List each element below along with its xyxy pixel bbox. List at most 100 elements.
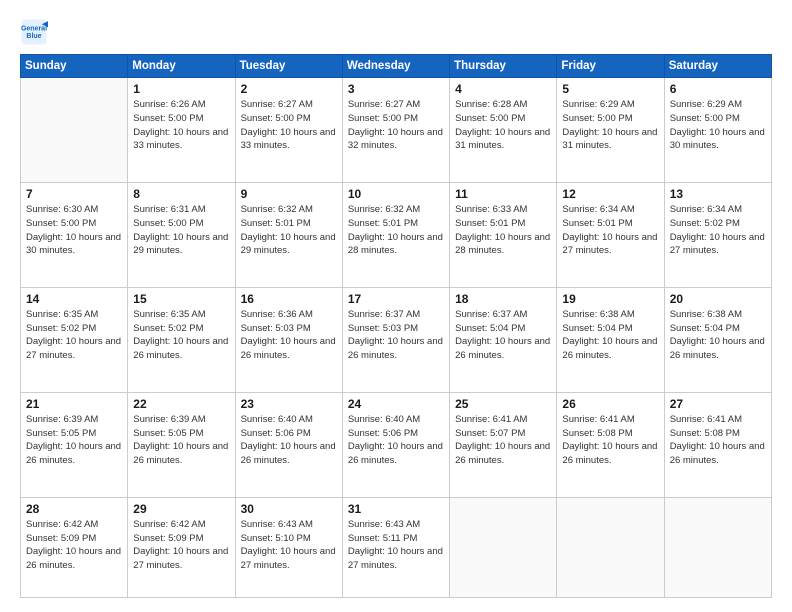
cell-info: Sunrise: 6:36 AM Sunset: 5:03 PM Dayligh… <box>241 308 337 363</box>
cell-date: 28 <box>26 502 122 516</box>
calendar-page: General Blue SundayMondayTuesdayWednesda… <box>0 0 792 612</box>
cell-info: Sunrise: 6:35 AM Sunset: 5:02 PM Dayligh… <box>133 308 229 363</box>
cell-info: Sunrise: 6:43 AM Sunset: 5:11 PM Dayligh… <box>348 518 444 573</box>
cell-date: 13 <box>670 187 766 201</box>
day-header-thursday: Thursday <box>450 55 557 78</box>
calendar-cell: 4 Sunrise: 6:28 AM Sunset: 5:00 PM Daylig… <box>450 78 557 183</box>
cell-info: Sunrise: 6:41 AM Sunset: 5:08 PM Dayligh… <box>670 413 766 468</box>
cell-info: Sunrise: 6:39 AM Sunset: 5:05 PM Dayligh… <box>133 413 229 468</box>
cell-info: Sunrise: 6:30 AM Sunset: 5:00 PM Dayligh… <box>26 203 122 258</box>
day-header-wednesday: Wednesday <box>342 55 449 78</box>
cell-date: 8 <box>133 187 229 201</box>
calendar-cell: 5 Sunrise: 6:29 AM Sunset: 5:00 PM Daylig… <box>557 78 664 183</box>
cell-date: 12 <box>562 187 658 201</box>
cell-date: 15 <box>133 292 229 306</box>
calendar-cell <box>450 497 557 597</box>
cell-date: 6 <box>670 82 766 96</box>
cell-date: 19 <box>562 292 658 306</box>
cell-date: 17 <box>348 292 444 306</box>
calendar-cell: 25 Sunrise: 6:41 AM Sunset: 5:07 PM Dayli… <box>450 392 557 497</box>
cell-info: Sunrise: 6:31 AM Sunset: 5:00 PM Dayligh… <box>133 203 229 258</box>
cell-date: 21 <box>26 397 122 411</box>
cell-info: Sunrise: 6:37 AM Sunset: 5:03 PM Dayligh… <box>348 308 444 363</box>
calendar-cell: 3Sunrise: 6:27 AM Sunset: 5:00 PM Daylig… <box>342 78 449 183</box>
logo: General Blue <box>20 18 48 46</box>
calendar-cell: 1 Sunrise: 6:26 AM Sunset: 5:00 PM Daylig… <box>128 78 235 183</box>
cell-date: 20 <box>670 292 766 306</box>
cell-info: Sunrise: 6:42 AM Sunset: 5:09 PM Dayligh… <box>26 518 122 573</box>
cell-date: 27 <box>670 397 766 411</box>
calendar-cell: 23Sunrise: 6:40 AM Sunset: 5:06 PM Dayli… <box>235 392 342 497</box>
calendar-cell: 27 Sunrise: 6:41 AM Sunset: 5:08 PM Dayli… <box>664 392 771 497</box>
calendar-cell: 6 Sunrise: 6:29 AM Sunset: 5:00 PM Daylig… <box>664 78 771 183</box>
calendar-cell: 2 Sunrise: 6:27 AM Sunset: 5:00 PM Daylig… <box>235 78 342 183</box>
calendar-cell: 14 Sunrise: 6:35 AM Sunset: 5:02 PM Dayli… <box>21 287 128 392</box>
calendar-cell: 10 Sunrise: 6:32 AM Sunset: 5:01 PM Dayli… <box>342 182 449 287</box>
cell-date: 14 <box>26 292 122 306</box>
cell-date: 16 <box>241 292 337 306</box>
cell-info: Sunrise: 6:32 AM Sunset: 5:01 PM Dayligh… <box>348 203 444 258</box>
cell-info: Sunrise: 6:40 AM Sunset: 5:06 PM Dayligh… <box>348 413 444 468</box>
calendar-cell: 9Sunrise: 6:32 AM Sunset: 5:01 PM Daylig… <box>235 182 342 287</box>
cell-date: 25 <box>455 397 551 411</box>
cell-date: 23 <box>241 397 337 411</box>
calendar-cell: 30 Sunrise: 6:43 AM Sunset: 5:10 PM Dayli… <box>235 497 342 597</box>
cell-info: Sunrise: 6:33 AM Sunset: 5:01 PM Dayligh… <box>455 203 551 258</box>
cell-info: Sunrise: 6:39 AM Sunset: 5:05 PM Dayligh… <box>26 413 122 468</box>
cell-info: Sunrise: 6:43 AM Sunset: 5:10 PM Dayligh… <box>241 518 337 573</box>
cell-info: Sunrise: 6:35 AM Sunset: 5:02 PM Dayligh… <box>26 308 122 363</box>
calendar-cell: 22 Sunrise: 6:39 AM Sunset: 5:05 PM Dayli… <box>128 392 235 497</box>
calendar-cell: 28 Sunrise: 6:42 AM Sunset: 5:09 PM Dayli… <box>21 497 128 597</box>
calendar-cell: 7 Sunrise: 6:30 AM Sunset: 5:00 PM Daylig… <box>21 182 128 287</box>
cell-date: 29 <box>133 502 229 516</box>
cell-info: Sunrise: 6:34 AM Sunset: 5:02 PM Dayligh… <box>670 203 766 258</box>
calendar-cell: 17 Sunrise: 6:37 AM Sunset: 5:03 PM Dayli… <box>342 287 449 392</box>
cell-date: 4 <box>455 82 551 96</box>
cell-date: 24 <box>348 397 444 411</box>
svg-text:General: General <box>21 25 47 32</box>
cell-date: 7 <box>26 187 122 201</box>
cell-info: Sunrise: 6:26 AM Sunset: 5:00 PM Dayligh… <box>133 98 229 153</box>
calendar-table: SundayMondayTuesdayWednesdayThursdayFrid… <box>20 54 772 598</box>
cell-date: 11 <box>455 187 551 201</box>
calendar-cell <box>21 78 128 183</box>
calendar-cell: 24 Sunrise: 6:40 AM Sunset: 5:06 PM Dayli… <box>342 392 449 497</box>
day-header-monday: Monday <box>128 55 235 78</box>
cell-info: Sunrise: 6:27 AM Sunset: 5:00 PM Dayligh… <box>241 98 337 153</box>
header: General Blue <box>20 18 772 46</box>
cell-date: 31 <box>348 502 444 516</box>
cell-info: Sunrise: 6:38 AM Sunset: 5:04 PM Dayligh… <box>562 308 658 363</box>
cell-date: 5 <box>562 82 658 96</box>
cell-date: 30 <box>241 502 337 516</box>
calendar-cell: 19 Sunrise: 6:38 AM Sunset: 5:04 PM Dayli… <box>557 287 664 392</box>
cell-date: 1 <box>133 82 229 96</box>
cell-date: 9 <box>241 187 337 201</box>
cell-date: 2 <box>241 82 337 96</box>
cell-info: Sunrise: 6:29 AM Sunset: 5:00 PM Dayligh… <box>562 98 658 153</box>
calendar-cell: 29 Sunrise: 6:42 AM Sunset: 5:09 PM Dayli… <box>128 497 235 597</box>
cell-info: Sunrise: 6:34 AM Sunset: 5:01 PM Dayligh… <box>562 203 658 258</box>
cell-info: Sunrise: 6:37 AM Sunset: 5:04 PM Dayligh… <box>455 308 551 363</box>
calendar-cell: 18 Sunrise: 6:37 AM Sunset: 5:04 PM Dayli… <box>450 287 557 392</box>
cell-date: 18 <box>455 292 551 306</box>
calendar-cell: 20 Sunrise: 6:38 AM Sunset: 5:04 PM Dayli… <box>664 287 771 392</box>
cell-date: 22 <box>133 397 229 411</box>
cell-info: Sunrise: 6:41 AM Sunset: 5:08 PM Dayligh… <box>562 413 658 468</box>
cell-info: Sunrise: 6:29 AM Sunset: 5:00 PM Dayligh… <box>670 98 766 153</box>
calendar-cell: 13 Sunrise: 6:34 AM Sunset: 5:02 PM Dayli… <box>664 182 771 287</box>
cell-info: Sunrise: 6:28 AM Sunset: 5:00 PM Dayligh… <box>455 98 551 153</box>
cell-date: 10 <box>348 187 444 201</box>
calendar-cell: 26 Sunrise: 6:41 AM Sunset: 5:08 PM Dayli… <box>557 392 664 497</box>
cell-info: Sunrise: 6:41 AM Sunset: 5:07 PM Dayligh… <box>455 413 551 468</box>
cell-info: Sunrise: 6:38 AM Sunset: 5:04 PM Dayligh… <box>670 308 766 363</box>
calendar-cell: 8 Sunrise: 6:31 AM Sunset: 5:00 PM Daylig… <box>128 182 235 287</box>
cell-date: 3 <box>348 82 444 96</box>
cell-info: Sunrise: 6:42 AM Sunset: 5:09 PM Dayligh… <box>133 518 229 573</box>
calendar-cell <box>557 497 664 597</box>
calendar-cell: 21 Sunrise: 6:39 AM Sunset: 5:05 PM Dayli… <box>21 392 128 497</box>
calendar-cell: 16 Sunrise: 6:36 AM Sunset: 5:03 PM Dayli… <box>235 287 342 392</box>
cell-date: 26 <box>562 397 658 411</box>
calendar-cell: 12 Sunrise: 6:34 AM Sunset: 5:01 PM Dayli… <box>557 182 664 287</box>
day-header-sunday: Sunday <box>21 55 128 78</box>
day-header-tuesday: Tuesday <box>235 55 342 78</box>
